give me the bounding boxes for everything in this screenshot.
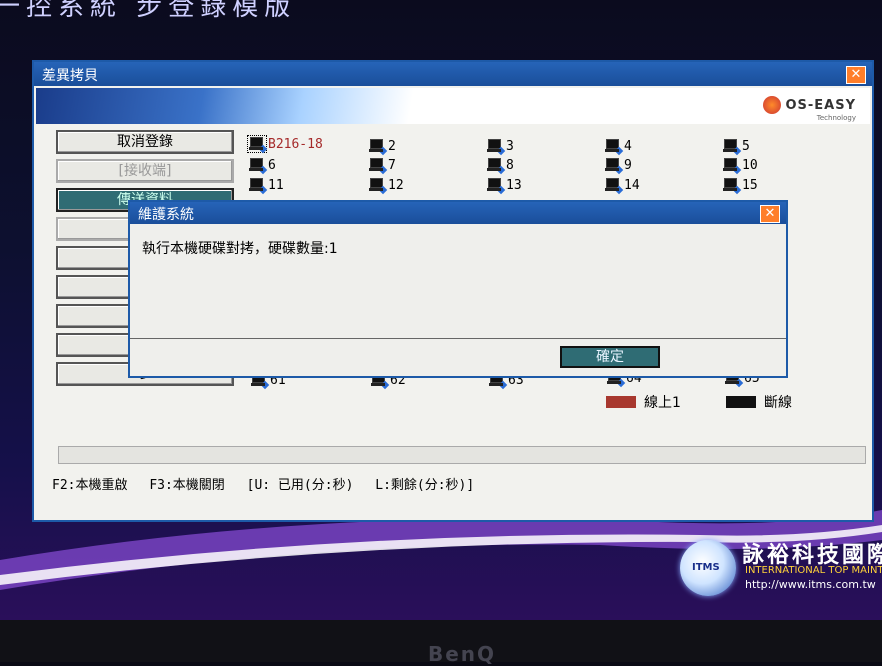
- computer-item[interactable]: 9: [604, 157, 632, 175]
- computer-label: 13: [506, 177, 522, 193]
- legend-offline-swatch: [726, 396, 756, 408]
- f3-hint: F3:本機關閉: [149, 478, 225, 493]
- dialog-titlebar: 維護系統 ✕: [130, 202, 786, 224]
- footer-hints: F2:本機重啟 F3:本機關閉 [U: 已用(分:秒) L:剩餘(分:秒)]: [52, 474, 488, 493]
- computer-label: 10: [742, 157, 758, 173]
- computer-icon: [247, 135, 268, 154]
- dialog-divider: [130, 338, 786, 339]
- main-titlebar: 差異拷貝 ✕: [34, 62, 872, 86]
- os-easy-subtext: Technology: [816, 114, 856, 122]
- os-easy-logo: OS-EASY: [763, 96, 856, 114]
- computer-label: 15: [742, 177, 758, 193]
- itms-logo-icon: ITMS: [680, 540, 736, 596]
- close-icon[interactable]: ✕: [760, 205, 780, 223]
- legend-online-swatch: [606, 396, 636, 408]
- computer-item[interactable]: 3: [486, 138, 514, 156]
- os-easy-logo-text: OS-EASY: [785, 97, 856, 113]
- computer-item[interactable]: 4: [604, 138, 632, 156]
- computer-item[interactable]: 10: [722, 157, 758, 175]
- computer-item[interactable]: 13: [486, 177, 522, 195]
- computer-label: 9: [624, 157, 632, 173]
- dialog-message: 執行本機硬碟對拷，硬碟數量:1: [142, 241, 338, 257]
- computer-label: 14: [624, 177, 640, 193]
- computer-label: B216-18: [268, 136, 323, 152]
- computer-item[interactable]: B216-18: [247, 135, 323, 154]
- computer-icon: [248, 157, 268, 175]
- computer-icon: [722, 138, 742, 156]
- screen-top-title: 一控系統 步登錄模版: [0, 0, 297, 22]
- main-window-title: 差異拷貝: [42, 68, 98, 84]
- dialog-title: 維護系統: [138, 207, 194, 223]
- computer-label: 12: [388, 177, 404, 193]
- computer-label: 3: [506, 138, 514, 154]
- close-icon[interactable]: ✕: [846, 66, 866, 84]
- company-url: http://www.itms.com.tw: [745, 578, 876, 591]
- computer-icon: [368, 157, 388, 175]
- computer-label: 5: [742, 138, 750, 154]
- computer-icon: [722, 177, 742, 195]
- company-english-name: INTERNATIONAL TOP MAINT: [745, 565, 882, 576]
- computer-label: 6: [268, 157, 276, 173]
- monitor-brand: BenQ: [428, 642, 497, 666]
- computer-label: 7: [388, 157, 396, 173]
- receiver-button[interactable]: [接收端]: [56, 159, 234, 183]
- legend-offline-label: 斷線: [764, 395, 792, 411]
- computer-item[interactable]: 15: [722, 177, 758, 195]
- legend-online-label: 線上1: [644, 395, 681, 411]
- computer-icon: [722, 157, 742, 175]
- progress-bar: [58, 446, 866, 464]
- computer-label: 2: [388, 138, 396, 154]
- computer-icon: [486, 157, 506, 175]
- used-time-hint: [U: 已用(分:秒): [246, 478, 354, 493]
- computer-item[interactable]: 6: [248, 157, 276, 175]
- computer-item[interactable]: 8: [486, 157, 514, 175]
- computer-icon: [604, 157, 624, 175]
- computer-icon: [486, 138, 506, 156]
- computer-item[interactable]: 2: [368, 138, 396, 156]
- computer-icon: [248, 177, 268, 195]
- computer-icon: [486, 177, 506, 195]
- computer-icon: [368, 138, 388, 156]
- computer-item[interactable]: 7: [368, 157, 396, 175]
- computer-label: 11: [268, 177, 284, 193]
- cancel-login-button[interactable]: 取消登錄: [56, 130, 234, 154]
- computer-item[interactable]: 14: [604, 177, 640, 195]
- banner: OS-EASY Technology: [36, 88, 870, 124]
- f2-hint: F2:本機重啟: [52, 478, 128, 493]
- ok-button[interactable]: 確定: [560, 346, 660, 368]
- computer-icon: [604, 138, 624, 156]
- left-time-hint: L:剩餘(分:秒)]: [375, 478, 475, 493]
- itms-logo-text: ITMS: [692, 562, 720, 573]
- computer-icon: [604, 177, 624, 195]
- computer-label: 8: [506, 157, 514, 173]
- computer-item[interactable]: 12: [368, 177, 404, 195]
- computer-item[interactable]: 5: [722, 138, 750, 156]
- os-easy-logo-icon: [763, 96, 782, 114]
- computer-label: 4: [624, 138, 632, 154]
- maintenance-dialog: 維護系統 ✕ 執行本機硬碟對拷，硬碟數量:1 確定: [128, 200, 788, 378]
- computer-item[interactable]: 11: [248, 177, 284, 195]
- computer-icon: [368, 177, 388, 195]
